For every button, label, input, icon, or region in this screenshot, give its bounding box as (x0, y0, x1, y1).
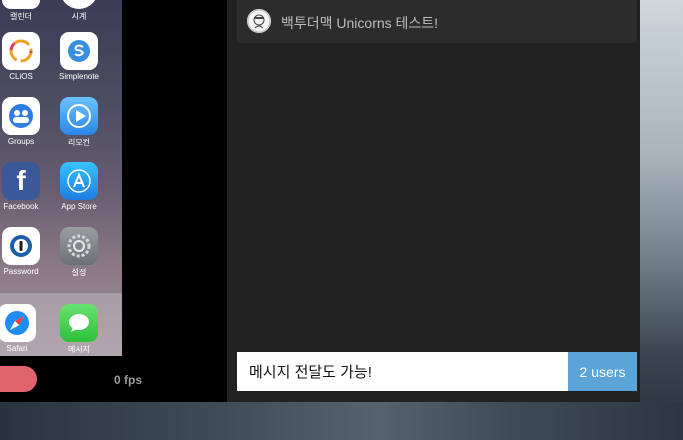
clock-icon (60, 0, 98, 9)
clios-icon (2, 32, 40, 70)
app-simplenote[interactable]: Simplenote (49, 32, 109, 81)
phone-home-screen: 캘린더 시계 CLiOS Simplenote Groups 리모컨 f Fac… (0, 0, 122, 356)
app-facebook[interactable]: f Facebook (0, 162, 51, 211)
app-settings[interactable]: 설정 (49, 227, 109, 278)
safari-icon (0, 304, 36, 342)
remote-icon (60, 97, 98, 135)
dock-app-safari[interactable]: Safari (0, 304, 47, 353)
app-calendar[interactable]: 캘린더 (0, 0, 51, 22)
password-icon (2, 227, 40, 265)
simplenote-icon (60, 32, 98, 70)
calendar-icon (2, 0, 40, 9)
facebook-icon: f (2, 162, 40, 200)
app-remote[interactable]: 리모컨 (49, 97, 109, 148)
dock-app-messages[interactable]: 메시지 (49, 304, 109, 355)
dock: Safari 메시지 (0, 293, 122, 356)
avatar-face-icon (247, 9, 271, 33)
desktop-background-bottom (0, 402, 683, 440)
chat-window: 백투더맥 Unicorns 테스트! 2 users (227, 0, 640, 402)
chat-message: 백투더맥 Unicorns 테스트! (237, 0, 637, 43)
message-composer: 2 users (237, 352, 637, 391)
simulator-status-bar: 0 fps (0, 364, 227, 396)
messages-icon (60, 304, 98, 342)
ios-simulator-window: 캘린더 시계 CLiOS Simplenote Groups 리모컨 f Fac… (0, 0, 227, 402)
settings-icon (60, 227, 98, 265)
record-button[interactable] (0, 366, 37, 392)
app-clock[interactable]: 시계 (49, 0, 109, 22)
app-app-store[interactable]: App Store (49, 162, 109, 211)
user-avatar (247, 9, 271, 33)
users-count-badge[interactable]: 2 users (568, 352, 637, 391)
app-clios[interactable]: CLiOS (0, 32, 51, 81)
message-input[interactable] (237, 352, 568, 391)
fps-counter: 0 fps (114, 373, 143, 387)
app-store-icon (60, 162, 98, 200)
message-text: 백투더맥 Unicorns 테스트! (281, 15, 439, 31)
app-password[interactable]: Password (0, 227, 51, 276)
desktop-background (640, 0, 683, 440)
groups-icon (2, 97, 40, 135)
app-groups[interactable]: Groups (0, 97, 51, 146)
